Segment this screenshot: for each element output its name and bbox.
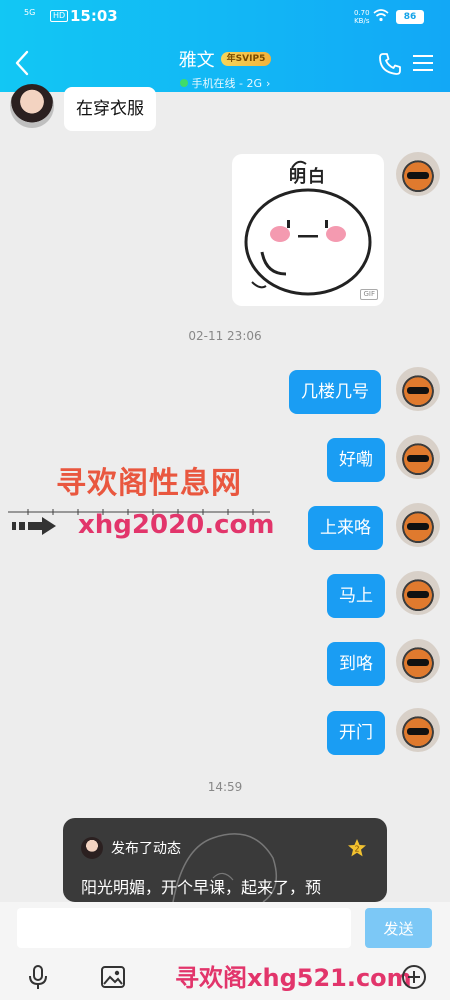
moment-title: 发布了动态 — [111, 841, 181, 857]
moment-avatar — [81, 837, 103, 859]
badge-count: 2 — [354, 845, 359, 854]
my-avatar[interactable] — [396, 367, 440, 411]
contact-name: 雅文 — [178, 50, 215, 71]
watermark-title: 寻欢阁性息网 — [56, 466, 242, 501]
my-avatar[interactable] — [396, 639, 440, 683]
wifi-icon — [373, 9, 389, 22]
message-bubble-out[interactable]: 上来咯 — [308, 506, 383, 550]
watermark-url: xhg2020.com — [78, 510, 275, 540]
status-time: 15:03 — [70, 7, 118, 25]
phone-icon[interactable] — [378, 52, 402, 76]
message-timestamp: 02-11 23:06 — [188, 329, 262, 343]
message-bubble-out[interactable]: 到咯 — [327, 642, 385, 686]
menu-icon[interactable] — [413, 54, 433, 72]
image-icon[interactable] — [100, 964, 126, 990]
message-bubble-out[interactable]: 开门 — [327, 711, 385, 755]
message-input[interactable] — [17, 908, 351, 948]
online-status-text: 手机在线 - 2G — [191, 77, 263, 90]
battery-indicator: 86 — [396, 10, 424, 24]
contact-avatar[interactable] — [10, 84, 54, 128]
network-speed: 0.70 KB/s — [354, 9, 370, 25]
chat-header: 5G HD 15:03 0.70 KB/s 86 雅文 年SVIP5 手机在线 … — [0, 0, 450, 92]
my-avatar[interactable] — [396, 571, 440, 615]
my-avatar[interactable] — [396, 152, 440, 196]
message-bubble-out[interactable]: 几楼几号 — [289, 370, 381, 414]
my-avatar[interactable] — [396, 435, 440, 479]
input-bar: 发送 寻欢阁xhg521.com — [0, 902, 450, 1000]
my-avatar[interactable] — [396, 503, 440, 547]
gif-badge: GIF — [360, 289, 378, 300]
my-avatar[interactable] — [396, 708, 440, 752]
moment-card[interactable]: 发布了动态 2 阳光明媚，开个早课，起来了，预 — [63, 818, 387, 902]
message-bubble-out[interactable]: 好嘞 — [327, 438, 385, 482]
status-bar: 5G HD 15:03 0.70 KB/s 86 — [0, 6, 450, 28]
network-indicator: 5G — [24, 8, 36, 17]
message-timestamp: 14:59 — [207, 780, 243, 794]
chat-title-area[interactable]: 雅文 年SVIP5 手机在线 - 2G › — [110, 46, 340, 91]
send-button[interactable]: 发送 — [365, 908, 432, 948]
moment-text: 阳光明媚，开个早课，起来了，预 — [81, 878, 322, 897]
vip-badge: 年SVIP5 — [220, 52, 272, 66]
message-bubble-out[interactable]: 马上 — [327, 574, 385, 618]
watermark-footer: 寻欢阁xhg521.com — [175, 964, 412, 992]
sticker-message[interactable]: 明白 GIF — [232, 154, 384, 306]
sticker-image — [244, 160, 372, 296]
chevron-right-icon: › — [266, 76, 271, 90]
hd-indicator: HD — [50, 10, 69, 22]
online-dot-icon — [179, 79, 188, 87]
mic-icon[interactable] — [25, 964, 51, 990]
back-arrow-icon[interactable] — [10, 48, 36, 78]
star-badge-icon: 2 — [348, 839, 366, 857]
add-icon[interactable] — [401, 964, 427, 990]
message-bubble-in[interactable]: 在穿衣服 — [64, 87, 156, 131]
